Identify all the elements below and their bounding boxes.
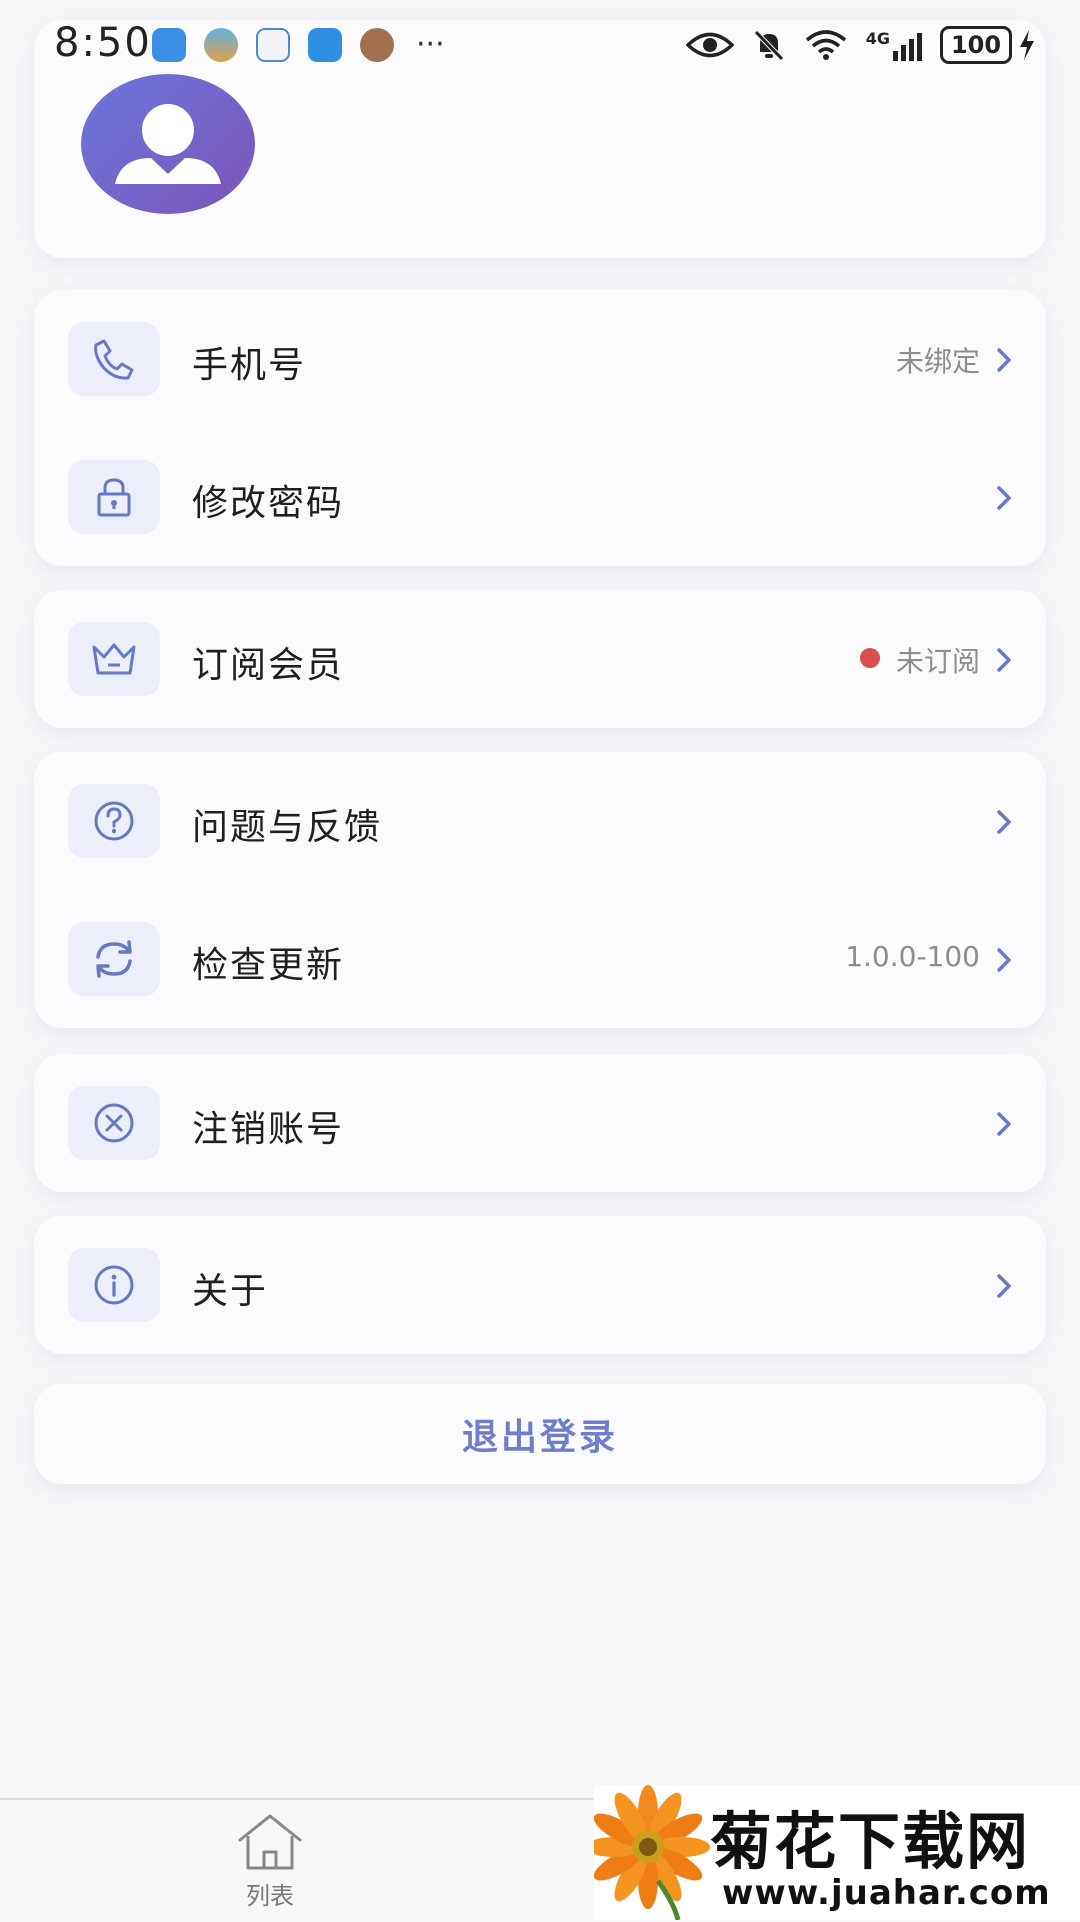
subscription-status: 未订阅 xyxy=(859,640,980,680)
membership-card: 订阅会员 未订阅 xyxy=(34,590,1046,728)
home-icon xyxy=(238,1814,302,1870)
info-icon xyxy=(68,1248,160,1322)
check-update-label: 检查更新 xyxy=(192,945,345,986)
unsubscribed-dot xyxy=(859,648,880,668)
chevron-right-icon xyxy=(997,1112,1011,1136)
network-type-label: 4G xyxy=(865,29,890,48)
signal-bar xyxy=(917,33,922,61)
subscription-status-text: 未订阅 xyxy=(895,645,980,678)
support-card: 问题与反馈 检查更新 1.0.0-100 xyxy=(34,752,1046,1028)
app-notification-icon-2 xyxy=(360,28,394,62)
phone-label: 手机号 xyxy=(192,345,307,386)
feedback-row[interactable]: 问题与反馈 xyxy=(34,752,1046,890)
about-label: 关于 xyxy=(192,1271,269,1312)
cellular-signal-icon: 4G xyxy=(866,29,922,61)
refresh-icon xyxy=(68,922,160,996)
cancel-account-label: 注销账号 xyxy=(192,1109,345,1150)
chevron-right-icon xyxy=(997,348,1011,372)
charging-bolt-icon xyxy=(1020,30,1034,60)
chevron-right-icon xyxy=(997,948,1011,972)
cancel-account-card: 注销账号 xyxy=(34,1054,1046,1192)
eye-icon xyxy=(685,32,734,58)
phone-row[interactable]: 手机号 未绑定 xyxy=(34,290,1046,428)
user-avatar-icon[interactable] xyxy=(81,74,255,214)
watermark-url: www.juahar.com xyxy=(722,1873,1051,1913)
usb-notification-icon xyxy=(152,28,186,62)
tab-list-label: 列表 xyxy=(246,1882,294,1910)
status-bar: 8:50 ··· 4G 100 xyxy=(0,0,1080,92)
wifi-icon xyxy=(805,30,846,60)
account-security-card: 手机号 未绑定 修改密码 xyxy=(34,290,1046,566)
watermark-title: 菊花下载网 xyxy=(710,1805,1031,1878)
logout-button[interactable]: 退出登录 xyxy=(34,1384,1046,1484)
cancel-circle-icon xyxy=(68,1086,160,1160)
feedback-label: 问题与反馈 xyxy=(192,807,383,848)
app-notification-icon xyxy=(204,28,238,62)
mail-notification-icon xyxy=(256,28,290,62)
site-watermark: 菊花下载网 www.juahar.com xyxy=(594,1785,1080,1920)
subscribe-member-row[interactable]: 订阅会员 未订阅 xyxy=(34,590,1046,728)
tab-list[interactable]: 列表 xyxy=(220,1812,320,1912)
message-notification-icon xyxy=(308,28,342,62)
lock-icon xyxy=(68,460,160,534)
question-icon xyxy=(68,784,160,858)
mute-bell-icon xyxy=(753,30,784,61)
chevron-right-icon xyxy=(997,810,1011,834)
status-time: 8:50 xyxy=(54,20,152,66)
person-silhouette xyxy=(115,104,221,184)
check-update-row[interactable]: 检查更新 1.0.0-100 xyxy=(34,890,1046,1028)
change-password-label: 修改密码 xyxy=(192,483,345,524)
phone-icon xyxy=(68,322,160,396)
chevron-right-icon xyxy=(997,648,1011,672)
subscribe-member-label: 订阅会员 xyxy=(192,645,345,686)
battery-level: 100 xyxy=(940,26,1012,64)
cancel-account-row[interactable]: 注销账号 xyxy=(34,1054,1046,1192)
chevron-right-icon xyxy=(997,486,1011,510)
signal-bar xyxy=(901,45,906,61)
more-notifications-icon: ··· xyxy=(416,27,445,62)
about-card: 关于 xyxy=(34,1216,1046,1354)
notification-icons: ··· xyxy=(152,28,445,62)
phone-value: 未绑定 xyxy=(895,345,980,378)
chevron-right-icon xyxy=(997,1274,1011,1298)
crown-icon xyxy=(68,622,160,696)
app-version: 1.0.0-100 xyxy=(845,940,980,973)
about-row[interactable]: 关于 xyxy=(34,1216,1046,1354)
signal-bar xyxy=(893,51,898,61)
status-indicators: 4G 100 xyxy=(685,26,1036,64)
logout-label: 退出登录 xyxy=(461,1417,618,1458)
signal-bar xyxy=(909,39,914,61)
change-password-row[interactable]: 修改密码 xyxy=(34,428,1046,566)
